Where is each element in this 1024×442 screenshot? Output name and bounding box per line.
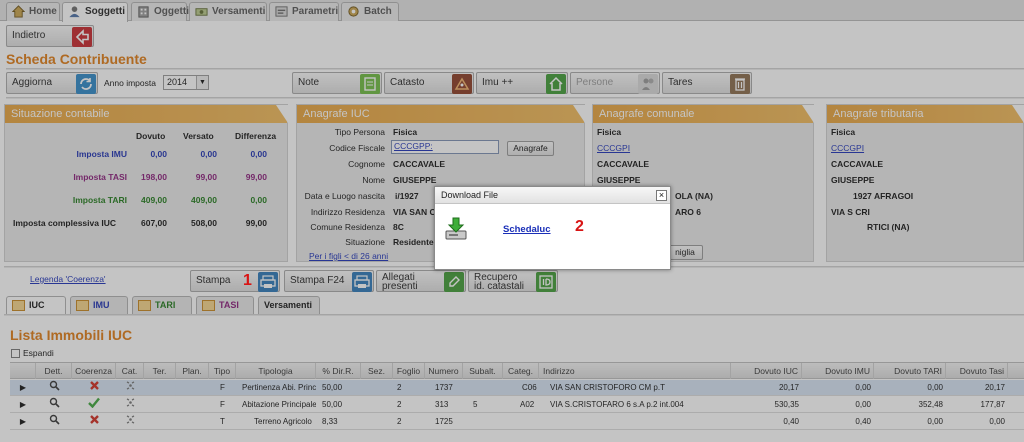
download-file-dialog: Download File × SchedaIuc <box>434 186 671 270</box>
dialog-title: Download File <box>441 190 499 200</box>
download-icon <box>445 217 467 240</box>
dialog-titlebar: Download File <box>435 187 670 204</box>
schedaiuc-link[interactable]: SchedaIuc <box>503 224 551 235</box>
annotation-marker-1: 1 <box>243 272 252 289</box>
annotation-marker-2: 2 <box>575 218 584 235</box>
close-icon[interactable]: × <box>656 190 667 201</box>
